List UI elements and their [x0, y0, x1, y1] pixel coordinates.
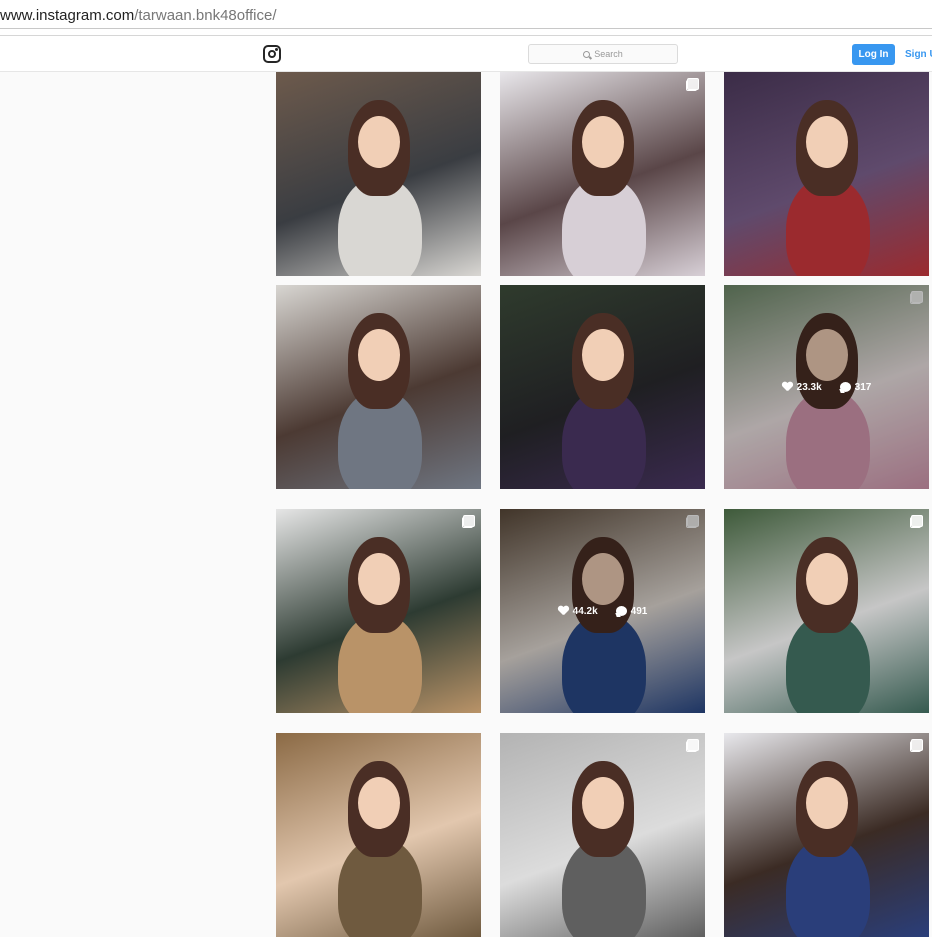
multiple-photos-icon	[686, 739, 699, 752]
url-text[interactable]: www.instagram.com/tarwaan.bnk48office/	[0, 7, 277, 24]
multiple-photos-icon	[910, 515, 923, 528]
person-face	[582, 329, 624, 381]
browser-address-bar[interactable]: www.instagram.com/tarwaan.bnk48office/	[0, 0, 932, 36]
post-thumbnail[interactable]: 23.3k 317	[724, 285, 929, 489]
multiple-photos-icon	[910, 739, 923, 752]
post-thumbnail[interactable]	[276, 733, 481, 937]
post-thumbnail[interactable]	[724, 509, 929, 713]
person-face	[358, 777, 400, 829]
post-thumbnail[interactable]	[500, 733, 705, 937]
post-stats-overlay: 23.3k 317	[724, 285, 929, 489]
likes-count: 44.2k	[572, 605, 598, 617]
post-thumbnail[interactable]	[276, 72, 481, 276]
comment-icon	[839, 382, 851, 392]
post-thumbnail[interactable]	[276, 509, 481, 713]
person-face	[582, 777, 624, 829]
person-face	[806, 553, 848, 605]
person-face	[358, 329, 400, 381]
post-thumbnail[interactable]	[500, 72, 705, 276]
likes-count: 23.3k	[796, 381, 822, 393]
multiple-photos-icon	[686, 78, 699, 91]
heart-icon	[782, 382, 793, 392]
url-path: /tarwaan.bnk48office/	[134, 7, 277, 24]
login-button[interactable]: Log In	[852, 44, 895, 65]
comments-count: 317	[854, 381, 872, 393]
post-thumbnail[interactable]	[500, 285, 705, 489]
post-thumbnail[interactable]	[724, 72, 929, 276]
url-host: www.instagram.com	[0, 7, 135, 24]
signup-link[interactable]: Sign Up	[905, 49, 932, 60]
search-icon	[583, 50, 591, 58]
person-face	[582, 116, 624, 168]
person-face	[358, 553, 400, 605]
person-face	[806, 116, 848, 168]
comments-stat: 317	[839, 381, 872, 393]
instagram-logo-icon[interactable]	[263, 45, 281, 63]
post-stats-overlay: 44.2k 491	[500, 509, 705, 713]
person-face	[806, 777, 848, 829]
comments-count: 491	[630, 605, 648, 617]
comments-stat: 491	[615, 605, 648, 617]
post-thumbnail[interactable]: 44.2k 491	[500, 509, 705, 713]
search-box[interactable]: Search	[528, 44, 678, 64]
search-placeholder: Search	[594, 49, 623, 59]
instagram-navbar: Search Log In Sign Up	[0, 36, 932, 72]
address-bar-divider	[0, 28, 932, 29]
post-thumbnail[interactable]	[276, 285, 481, 489]
comment-icon	[615, 606, 627, 616]
heart-icon	[558, 606, 569, 616]
person-face	[358, 116, 400, 168]
likes-stat: 23.3k	[782, 382, 822, 393]
multiple-photos-icon	[462, 515, 475, 528]
likes-stat: 44.2k	[558, 606, 598, 617]
post-thumbnail[interactable]	[724, 733, 929, 937]
